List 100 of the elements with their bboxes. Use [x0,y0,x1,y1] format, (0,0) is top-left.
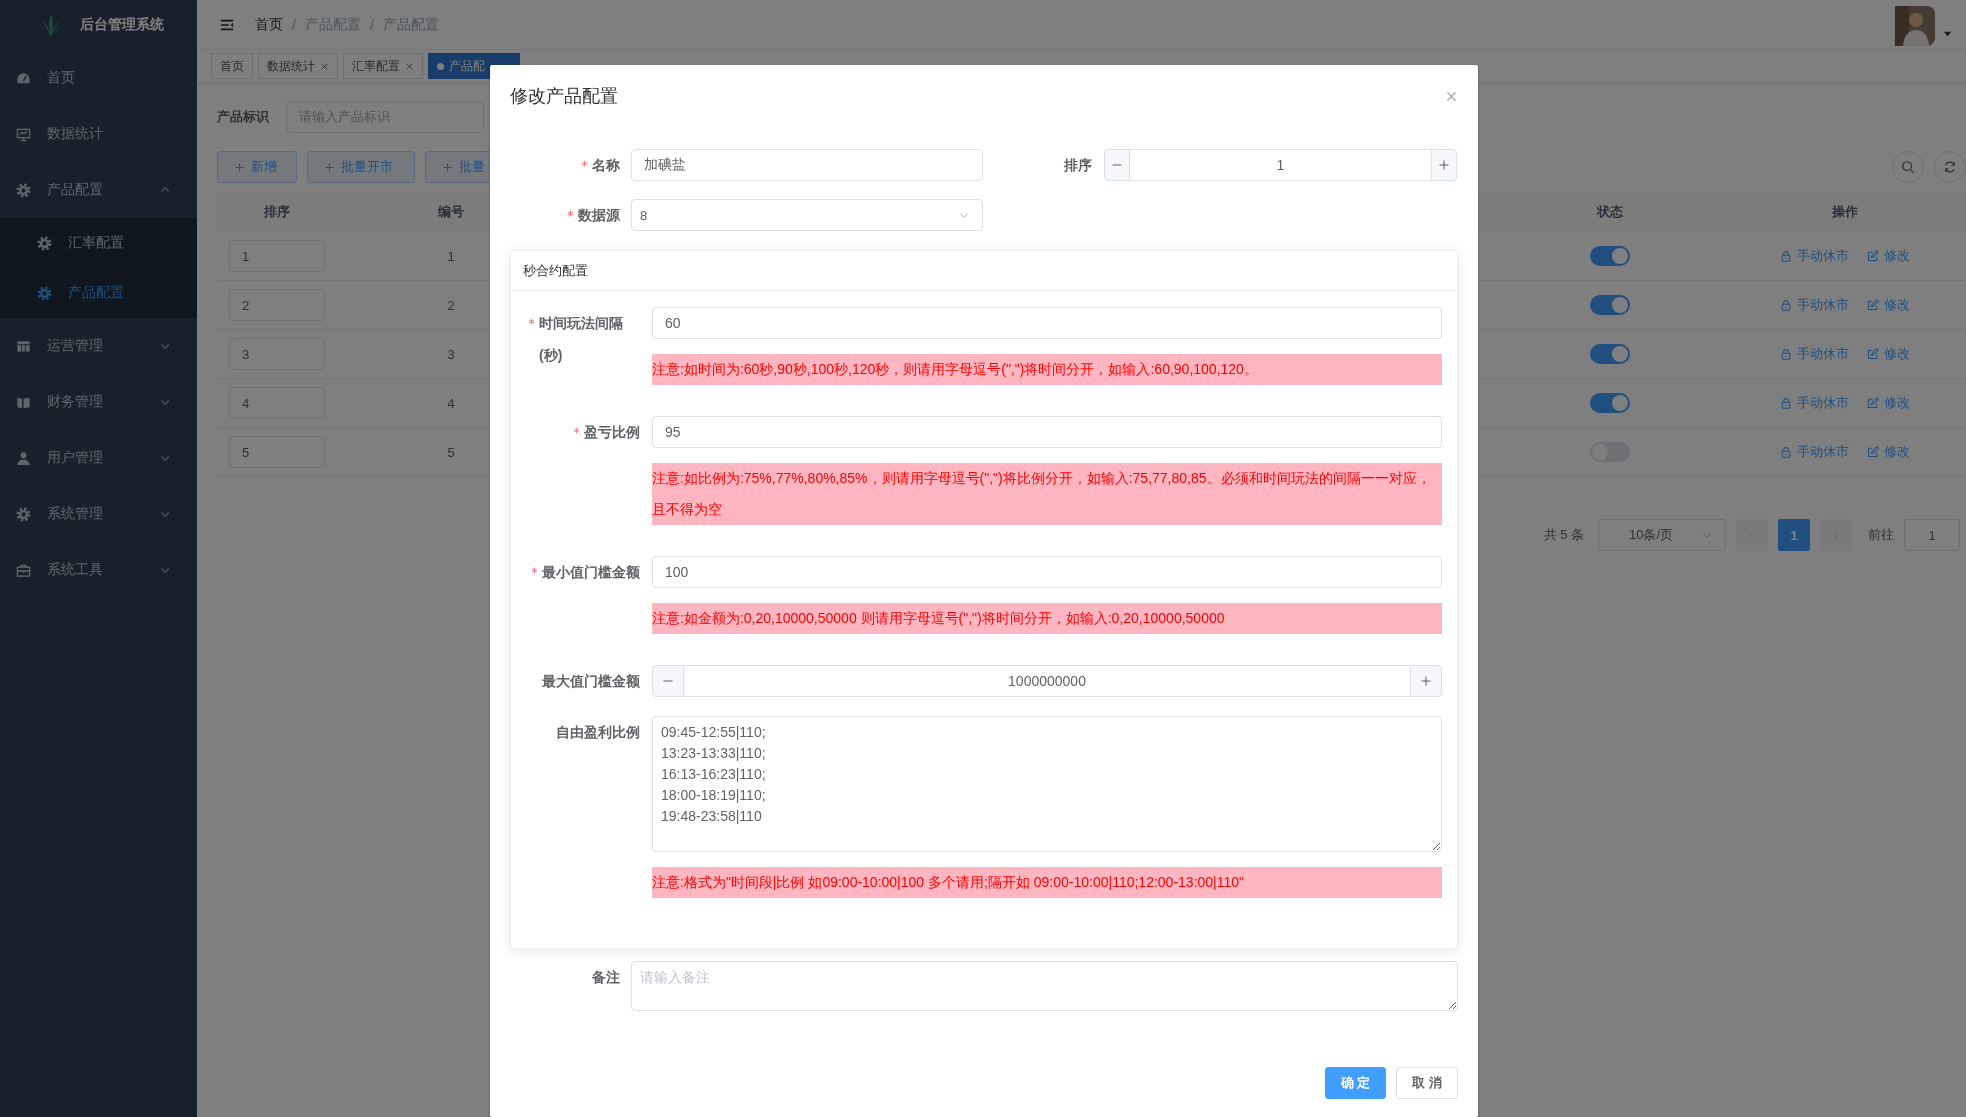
page-size-select[interactable]: 10条/页 [1598,519,1726,551]
page-field[interactable]: 1 [1904,519,1960,551]
action-link[interactable]: 修改 [1867,296,1910,314]
menu-item[interactable]: 系统工具 [0,542,197,598]
toolbar-button[interactable]: 新增 [217,151,297,183]
close-icon [320,61,329,71]
column-header: 状态 [1597,202,1623,221]
asterisk-icon [567,210,574,217]
action-link[interactable]: 修改 [1867,443,1910,461]
table-icon [16,338,31,354]
app-title: 后台管理系统 [80,16,164,34]
toggle-switch[interactable] [1590,246,1630,266]
table-cell: 2 [447,297,455,313]
menu-item[interactable]: 汇率配置 [0,218,197,268]
menu-item[interactable]: 数据统计 [0,106,197,162]
search-button[interactable] [1892,151,1924,183]
close-button[interactable] [1445,89,1458,103]
menu-item[interactable]: 系统管理 [0,486,197,542]
plus-icon [1420,675,1432,687]
total-count: 共 5 条 [1543,526,1584,544]
hint-text: 注意:如比例为:75%,77%,80%,85%，则请用字母逗号(",")将比例分开，如输入:75,77,80,85。必须和时间玩法的间隔一一对应，且不得为空 [652,463,1442,525]
gauge-icon [16,70,31,86]
lock-icon [1780,299,1792,311]
filter-label: 产品标识 [217,107,270,126]
select-field[interactable]: 8 [631,199,983,231]
field-label: 名称 [592,156,620,175]
sort-field[interactable]: 2 [229,289,325,321]
number-field[interactable]: 1 [1130,149,1431,181]
menu-item[interactable]: 运营管理 [0,318,197,374]
edit-icon [1867,446,1879,458]
action-link[interactable]: 修改 [1867,247,1910,265]
field-label: 盈亏比例 [584,423,640,442]
hint-text: 注意:格式为"时间段|比例 如09:00-10:00|100 多个请用;隔开如 09:00-10:00|110;12:00-13:00|110" [652,867,1442,898]
menu-item[interactable]: 用户管理 [0,430,197,486]
action-link[interactable]: 手动休市 [1780,296,1849,314]
breadcrumb-item[interactable]: 首页 [255,15,283,34]
lock-icon [1780,250,1792,262]
field-label: 最小值门槛金额 [542,563,640,582]
action-link[interactable]: 修改 [1867,345,1910,363]
action-link[interactable]: 手动休市 [1780,247,1849,265]
text-field[interactable]: 加碘盐 [631,149,983,181]
toolbar-button[interactable]: 批量开市 [307,151,415,183]
gear-icon [16,182,31,198]
sort-field[interactable]: 4 [229,387,325,419]
text-field[interactable]: 100 [652,556,1442,588]
menu-item[interactable]: 产品配置 [0,268,197,318]
user-icon [16,450,31,466]
refresh-button[interactable] [1934,151,1966,183]
sort-field[interactable]: 5 [229,436,325,468]
plus-icon [324,161,335,173]
sort-field[interactable]: 3 [229,338,325,370]
decrease-button[interactable] [1104,149,1130,181]
field-label: 时间玩法间隔(秒) [539,314,624,365]
goto-label: 前往 [1868,526,1894,544]
toolbox-icon [16,562,31,578]
monitor-icon [16,126,31,142]
action-link[interactable]: 手动休市 [1780,345,1849,363]
close-icon [1445,89,1458,103]
action-link[interactable]: 手动休市 [1780,443,1849,461]
increase-button[interactable] [1410,665,1442,697]
text-area[interactable]: 请输入备注 [631,961,1458,1011]
gear-icon [37,285,52,301]
toggle-switch[interactable] [1590,295,1630,315]
field-label: 备注 [592,968,620,987]
menu-item[interactable]: 首页 [0,50,197,106]
page-button[interactable]: 1 [1778,519,1810,551]
tab[interactable]: 首页 [211,53,253,79]
edit-icon [1867,299,1879,311]
section-title: 秒合约配置 [523,261,588,280]
plus-icon [234,161,245,173]
asterisk-icon [573,427,580,434]
tab[interactable]: 汇率配置 [343,53,423,79]
text-field[interactable]: 60 [652,307,1442,339]
decrease-button[interactable] [652,665,684,697]
tab[interactable]: 数据统计 [258,53,338,79]
menu-item[interactable]: 财务管理 [0,374,197,430]
column-header: 操作 [1832,202,1858,221]
cancel-button[interactable]: 取 消 [1396,1067,1458,1099]
toggle-switch[interactable] [1590,344,1630,364]
close-icon [405,61,414,71]
action-link[interactable]: 手动休市 [1780,394,1849,412]
hint-text: 注意:如金额为:0,20,10000,50000 则请用字母逗号(",")将时间分开，如输入:0,20,10000,50000 [652,603,1442,634]
action-link[interactable]: 修改 [1867,394,1910,412]
column-header: 编号 [438,202,464,221]
gear-icon [37,235,52,251]
menu-button[interactable] [219,17,235,32]
asterisk-icon [581,160,588,167]
caret-icon [1943,30,1952,37]
table-cell: 4 [447,395,455,411]
breadcrumb-separator: / [292,16,296,33]
text-field[interactable]: 95 [652,416,1442,448]
field-label: 数据源 [578,206,620,225]
sort-field[interactable]: 1 [229,240,325,272]
increase-button[interactable] [1431,149,1457,181]
confirm-button[interactable]: 确 定 [1324,1067,1387,1099]
text-area[interactable]: 09:45-12:55|110; 13:23-13:33|110; 16:13-16:23|110; 18:00-18:19|110; 19:48-23:58|110 [652,716,1442,852]
menu-item[interactable]: 产品配置 [0,162,197,218]
number-field[interactable]: 1000000000 [684,665,1410,697]
toggle-switch[interactable] [1590,393,1630,413]
field-label: 最大值门槛金额 [542,672,640,691]
